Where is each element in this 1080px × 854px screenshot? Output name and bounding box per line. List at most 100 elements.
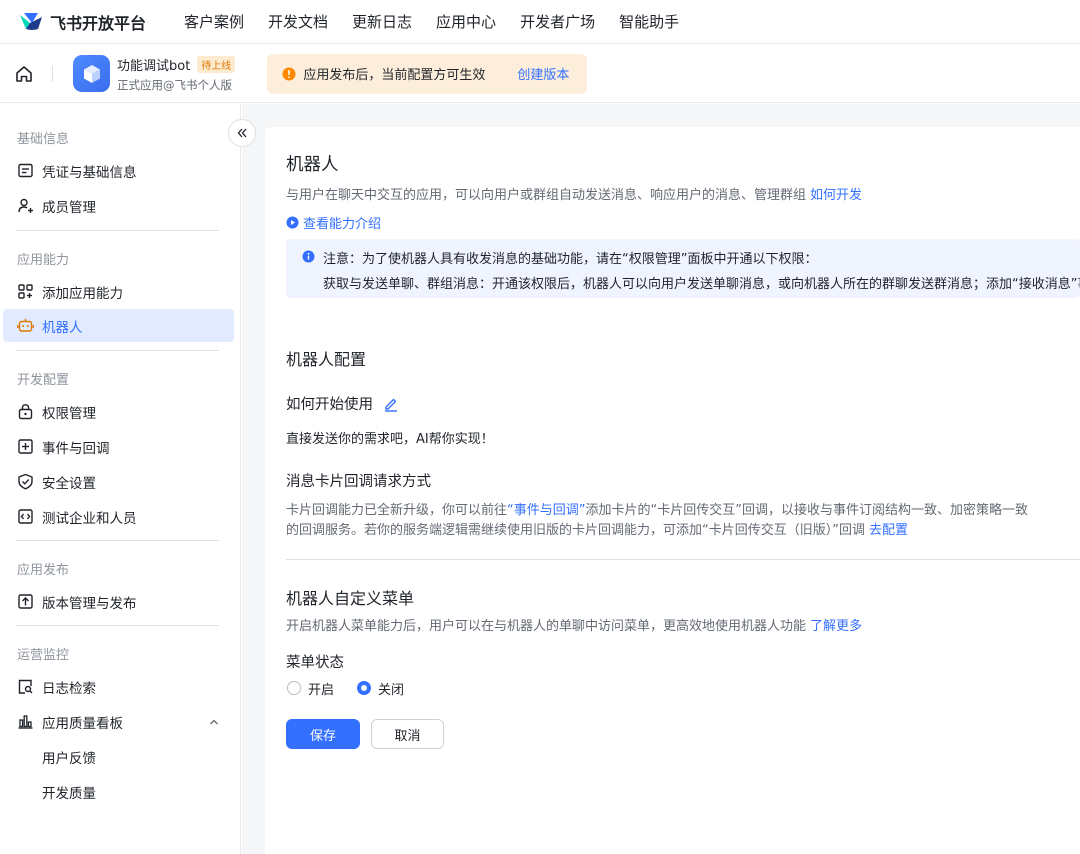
sidebar-group-monitoring: 运营监控 (17, 648, 70, 663)
sidebar-divider (16, 625, 219, 626)
sidebar-item-test-tenants[interactable]: 测试企业和人员 (3, 500, 234, 533)
bar-chart-icon (17, 713, 34, 730)
info-icon (302, 250, 315, 263)
sidebar-item-permissions[interactable]: 权限管理 (3, 395, 234, 428)
nav-link-docs[interactable]: 开发文档 (268, 11, 328, 32)
section-divider (286, 559, 1080, 560)
brand[interactable]: 飞书开放平台 (18, 10, 168, 34)
sidebar-item-label: 版本管理与发布 (42, 595, 137, 612)
app-subtitle: 正式应用@飞书个人版 (117, 77, 232, 92)
sidebar-item-label: 权限管理 (42, 405, 96, 422)
sidebar-item-label: 测试企业和人员 (42, 510, 137, 527)
collapse-sidebar-button[interactable] (228, 119, 256, 147)
sidebar-item-quality-board[interactable]: 应用质量看板 (3, 705, 234, 738)
home-icon[interactable] (14, 64, 34, 84)
sidebar-group-dev-config: 开发配置 (17, 373, 70, 388)
nav-link-cases[interactable]: 客户案例 (184, 11, 244, 32)
custom-menu-desc: 开启机器人菜单能力后，用户可以在与机器人的单聊中访问菜单，更高效地使用机器人功能… (286, 619, 863, 634)
sidebar-item-log-search[interactable]: 日志检索 (3, 670, 234, 703)
play-circle-icon (286, 216, 299, 229)
sidebar-group-basic: 基础信息 (17, 132, 70, 147)
sidebar-item-label: 安全设置 (42, 475, 96, 492)
events-callbacks-link[interactable]: “事件与回调” (507, 503, 585, 518)
app-avatar (73, 55, 110, 92)
nav-link-assistant[interactable]: 智能助手 (619, 11, 679, 32)
app-name[interactable]: 功能调试bot (117, 55, 190, 74)
view-intro-link[interactable]: 查看能力介绍 (286, 213, 381, 232)
notice-text: 应用发布后，当前配置方可生效 (303, 68, 486, 83)
sidebar-item-credentials[interactable]: 凭证与基础信息 (3, 154, 234, 187)
sidebar: 基础信息 凭证与基础信息 成员管理 应用能力 添加应用能力 机器人 开发配置 权… (0, 104, 241, 854)
sidebar-divider (16, 350, 219, 351)
id-card-icon (17, 162, 34, 179)
card-callback-desc-line1: 卡片回调能力已全新升级，你可以前往“事件与回调”添加卡片的“卡片回传交互”回调，… (286, 503, 1028, 518)
sidebar-group-publish: 应用发布 (17, 563, 70, 578)
radio-menu-off-label[interactable]: 关闭 (378, 679, 404, 698)
info-line-2: 获取与发送单聊、群组消息：开通该权限后，机器人可以向用户发送单聊消息，或向机器人… (323, 277, 1080, 292)
page-title: 机器人 (286, 155, 339, 175)
howto-text: 直接发送你的需求吧，AI帮你实现！ (286, 432, 494, 447)
save-button[interactable]: 保存 (286, 719, 360, 749)
cancel-button[interactable]: 取消 (371, 719, 444, 749)
permission-info-box: 注意：为了使机器人具有收发消息的基础功能，请在“权限管理”面板中开通以下权限： … (286, 239, 1080, 298)
card-callback-title: 消息卡片回调请求方式 (286, 474, 431, 490)
sidebar-item-label: 开发质量 (42, 785, 96, 802)
sidebar-divider (16, 540, 219, 541)
howto-row: 如何开始使用 (286, 393, 399, 414)
sidebar-item-label: 成员管理 (42, 199, 96, 216)
sidebar-item-user-feedback[interactable]: 用户反馈 (3, 740, 234, 773)
section-title-bot-config: 机器人配置 (286, 350, 367, 369)
section-title-custom-menu: 机器人自定义菜单 (286, 589, 415, 608)
cube-icon (83, 64, 100, 83)
sidebar-item-events[interactable]: 事件与回调 (3, 430, 234, 463)
sidebar-item-label: 事件与回调 (42, 440, 110, 457)
lock-icon (17, 403, 34, 420)
brand-name: 飞书开放平台 (50, 13, 147, 33)
feishu-logo-icon (18, 11, 44, 33)
nav-link-dev-square[interactable]: 开发者广场 (520, 11, 595, 32)
sidebar-item-bot[interactable]: 机器人 (3, 309, 234, 342)
how-to-develop-link[interactable]: 如何开发 (810, 188, 862, 203)
grid-add-icon (17, 283, 34, 300)
card-callback-desc-line2: 的回调服务。若你的服务端逻辑需继续使用旧版的卡片回调能力，可添加“卡片回传交互（… (286, 523, 908, 538)
event-add-icon (17, 438, 34, 455)
sidebar-item-dev-quality[interactable]: 开发质量 (3, 775, 234, 808)
double-chevron-left-icon (237, 128, 247, 138)
create-version-link[interactable]: 创建版本 (517, 64, 569, 83)
sidebar-item-add-capability[interactable]: 添加应用能力 (3, 275, 234, 308)
upload-box-icon (17, 593, 34, 610)
radio-menu-off[interactable] (357, 681, 371, 695)
robot-icon (17, 317, 34, 334)
log-search-icon (17, 678, 34, 695)
sidebar-item-versions[interactable]: 版本管理与发布 (3, 585, 234, 618)
chevron-up-icon[interactable] (208, 716, 220, 728)
sidebar-item-label: 凭证与基础信息 (42, 164, 137, 181)
radio-menu-on[interactable] (287, 681, 301, 695)
sidebar-item-security[interactable]: 安全设置 (3, 465, 234, 498)
sidebar-divider (16, 230, 219, 231)
howto-title: 如何开始使用 (286, 397, 373, 413)
publish-notice: 应用发布后，当前配置方可生效 创建版本 (267, 53, 588, 94)
nav-links: 客户案例 开发文档 更新日志 应用中心 开发者广场 智能助手 (184, 11, 703, 32)
page-description: 与用户在聊天中交互的应用，可以向用户或群组自动发送消息、响应用户的消息、管理群组… (286, 188, 863, 203)
warning-icon (282, 67, 296, 81)
sidebar-item-label: 日志检索 (42, 680, 96, 697)
sidebar-item-members[interactable]: 成员管理 (3, 189, 234, 222)
go-configure-link[interactable]: 去配置 (869, 523, 908, 538)
sidebar-item-label: 用户反馈 (42, 750, 96, 767)
app-header: 功能调试bot 待上线 正式应用@飞书个人版 应用发布后，当前配置方可生效 创建… (0, 45, 1080, 103)
edit-icon[interactable] (383, 396, 399, 412)
top-navbar: 飞书开放平台 客户案例 开发文档 更新日志 应用中心 开发者广场 智能助手 (0, 0, 1080, 44)
shield-icon (17, 473, 34, 490)
sidebar-item-label: 添加应用能力 (42, 285, 123, 302)
learn-more-link[interactable]: 了解更多 (810, 619, 862, 634)
sidebar-item-label: 机器人 (42, 319, 83, 336)
info-line-1: 注意：为了使机器人具有收发消息的基础功能，请在“权限管理”面板中开通以下权限： (323, 252, 818, 267)
sidebar-item-label: 应用质量看板 (42, 715, 123, 732)
nav-link-app-center[interactable]: 应用中心 (436, 11, 496, 32)
user-add-icon (17, 197, 34, 214)
header-divider (52, 65, 53, 82)
radio-menu-on-label[interactable]: 开启 (308, 679, 334, 698)
nav-link-changelog[interactable]: 更新日志 (352, 11, 412, 32)
menu-status-label: 菜单状态 (286, 655, 344, 671)
